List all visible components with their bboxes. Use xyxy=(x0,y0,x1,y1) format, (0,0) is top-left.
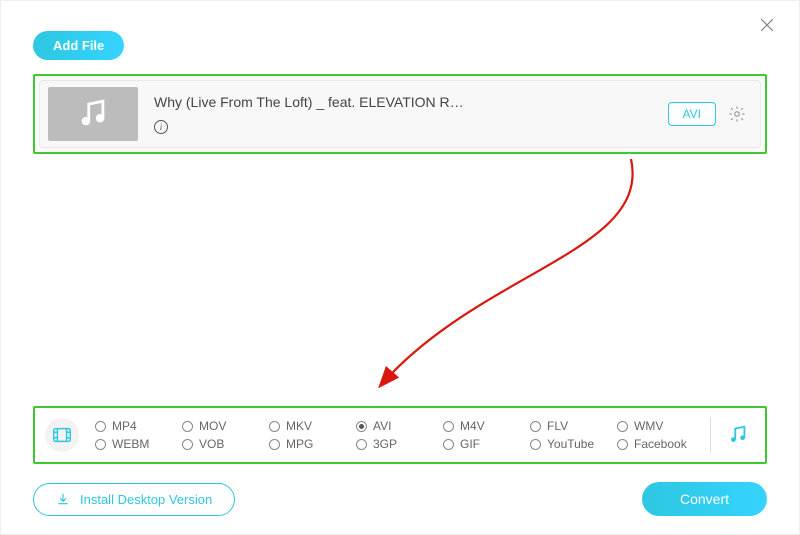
gear-icon[interactable] xyxy=(728,105,746,123)
format-chip[interactable]: AVI xyxy=(668,102,716,126)
add-file-button[interactable]: Add File xyxy=(33,31,124,60)
format-label: WEBM xyxy=(112,437,149,451)
format-panel: MP4 MOV MKV AVI M4V FLV WMV WEBM VOB MPG 3GP GIF You… xyxy=(33,406,767,464)
file-thumbnail xyxy=(48,87,138,141)
format-label: Facebook xyxy=(634,437,687,451)
file-row: Why (Live From The Loft) _ feat. ELEVATI… xyxy=(33,74,767,154)
radio-icon xyxy=(617,421,628,432)
format-label: GIF xyxy=(460,437,480,451)
close-button[interactable] xyxy=(757,15,777,35)
install-desktop-button[interactable]: Install Desktop Version xyxy=(33,483,235,516)
radio-icon xyxy=(182,439,193,450)
format-label: MOV xyxy=(199,419,226,433)
download-icon xyxy=(56,492,70,506)
format-label: FLV xyxy=(547,419,568,433)
radio-icon xyxy=(182,421,193,432)
format-option-mov[interactable]: MOV xyxy=(182,419,265,433)
format-label: YouTube xyxy=(547,437,594,451)
annotation-arrow xyxy=(331,141,651,401)
format-label: VOB xyxy=(199,437,224,451)
format-option-mp4[interactable]: MP4 xyxy=(95,419,178,433)
format-option-avi[interactable]: AVI xyxy=(356,419,439,433)
install-desktop-label: Install Desktop Version xyxy=(80,492,212,507)
radio-icon xyxy=(269,421,280,432)
format-option-mpg[interactable]: MPG xyxy=(269,437,352,451)
info-icon[interactable]: i xyxy=(154,120,168,134)
format-option-webm[interactable]: WEBM xyxy=(95,437,178,451)
radio-icon xyxy=(530,439,541,450)
video-type-icon[interactable] xyxy=(45,418,79,452)
format-option-gif[interactable]: GIF xyxy=(443,437,526,451)
format-label: MP4 xyxy=(112,419,137,433)
audio-type-icon[interactable] xyxy=(721,418,755,452)
radio-icon xyxy=(269,439,280,450)
format-option-m4v[interactable]: M4V xyxy=(443,419,526,433)
format-option-3gp[interactable]: 3GP xyxy=(356,437,439,451)
format-label: AVI xyxy=(373,419,391,433)
format-option-wmv[interactable]: WMV xyxy=(617,419,700,433)
format-option-flv[interactable]: FLV xyxy=(530,419,613,433)
music-note-icon xyxy=(76,97,110,131)
format-label: M4V xyxy=(460,419,485,433)
convert-button[interactable]: Convert xyxy=(642,482,767,516)
format-label: WMV xyxy=(634,419,663,433)
radio-icon xyxy=(356,439,367,450)
file-title: Why (Live From The Loft) _ feat. ELEVATI… xyxy=(154,94,668,110)
radio-icon xyxy=(443,439,454,450)
format-label: 3GP xyxy=(373,437,397,451)
format-label: MPG xyxy=(286,437,313,451)
radio-icon xyxy=(617,439,628,450)
format-label: MKV xyxy=(286,419,312,433)
radio-icon xyxy=(530,421,541,432)
format-option-facebook[interactable]: Facebook xyxy=(617,437,700,451)
format-option-youtube[interactable]: YouTube xyxy=(530,437,613,451)
radio-icon xyxy=(356,421,367,432)
radio-icon xyxy=(95,421,106,432)
radio-icon xyxy=(95,439,106,450)
divider xyxy=(710,417,711,453)
radio-icon xyxy=(443,421,454,432)
format-option-vob[interactable]: VOB xyxy=(182,437,265,451)
format-option-mkv[interactable]: MKV xyxy=(269,419,352,433)
